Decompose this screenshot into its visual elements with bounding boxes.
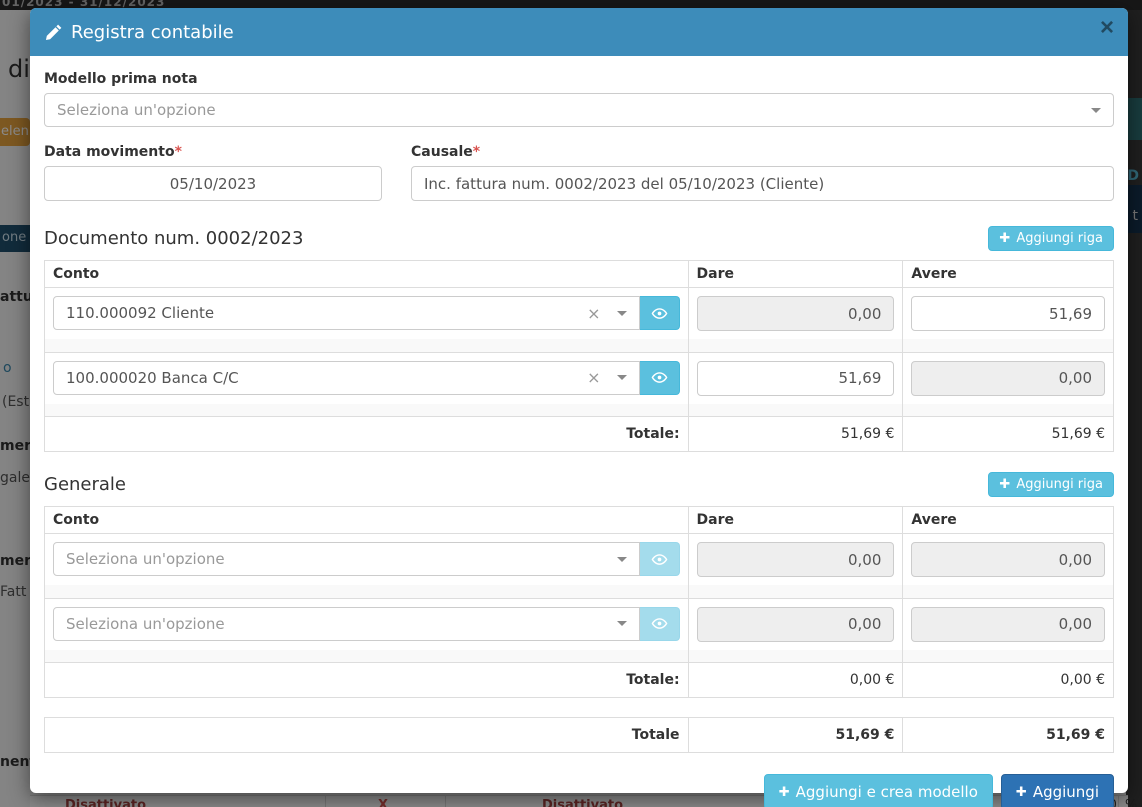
- add-button[interactable]: ✚Aggiungi: [1001, 774, 1114, 807]
- grand-total-avere: 51,69 €: [903, 718, 1114, 753]
- required-asterisk: *: [175, 144, 182, 160]
- plus-icon: ✚: [1016, 785, 1027, 800]
- registra-contabile-modal: Registra contabile × Modello prima nota …: [30, 8, 1128, 793]
- eye-icon: [651, 615, 668, 632]
- modal-footer: ✚Aggiungi e crea modello ✚Aggiungi: [44, 774, 1114, 807]
- total-dare: 0,00 €: [688, 663, 903, 698]
- total-label: Totale:: [45, 417, 689, 452]
- column-header-conto: Conto: [45, 261, 689, 288]
- required-asterisk: *: [473, 144, 480, 160]
- column-header-dare: Dare: [688, 261, 903, 288]
- column-header-avere: Avere: [903, 261, 1114, 288]
- total-dare: 51,69 €: [688, 417, 903, 452]
- documento-table: Conto Dare Avere 110.000092 Cliente ×: [44, 260, 1114, 452]
- chevron-down-icon: [617, 621, 627, 626]
- table-row: Seleziona un'opzione: [45, 534, 1114, 586]
- add-and-create-template-button[interactable]: ✚Aggiungi e crea modello: [764, 774, 993, 807]
- plus-icon: ✚: [779, 785, 790, 800]
- chevron-down-icon: [617, 375, 627, 380]
- total-avere: 51,69 €: [903, 417, 1114, 452]
- add-row-button-documento[interactable]: ✚Aggiungi riga: [988, 226, 1114, 251]
- row-spacer: [45, 404, 1114, 417]
- conto-select[interactable]: Seleziona un'opzione: [53, 542, 640, 576]
- eye-icon: [651, 551, 668, 568]
- clear-selection-icon[interactable]: ×: [587, 368, 600, 387]
- grand-total-dare: 51,69 €: [688, 718, 903, 753]
- causale-input[interactable]: [411, 166, 1114, 201]
- row-spacer: [45, 585, 1114, 598]
- modal-body: Modello prima nota Seleziona un'opzione …: [30, 56, 1128, 807]
- total-avere: 0,00 €: [903, 663, 1114, 698]
- select-placeholder: Seleziona un'opzione: [57, 101, 1091, 119]
- column-header-dare: Dare: [688, 507, 903, 534]
- chevron-down-icon: [1091, 108, 1101, 113]
- close-icon[interactable]: ×: [1100, 16, 1114, 40]
- modello-prima-nota-label: Modello prima nota: [44, 71, 1114, 87]
- avere-input: [911, 607, 1105, 642]
- modal-title: Registra contabile: [45, 22, 234, 43]
- row-spacer: [45, 650, 1114, 663]
- conto-select[interactable]: 110.000092 Cliente ×: [53, 296, 640, 330]
- data-movimento-label: Data movimento*: [44, 144, 382, 160]
- totals-row: Totale: 0,00 € 0,00 €: [45, 663, 1114, 698]
- view-account-button[interactable]: [640, 296, 680, 330]
- column-header-avere: Avere: [903, 507, 1114, 534]
- grand-total-table: Totale 51,69 € 51,69 €: [44, 717, 1114, 753]
- view-account-button[interactable]: [640, 361, 680, 395]
- view-account-button: [640, 542, 680, 576]
- total-label: Totale:: [45, 663, 689, 698]
- table-row: 100.000020 Banca C/C ×: [45, 352, 1114, 404]
- dare-input[interactable]: [697, 361, 895, 396]
- chevron-down-icon: [617, 557, 627, 562]
- chevron-down-icon: [617, 311, 627, 316]
- table-row: 110.000092 Cliente ×: [45, 288, 1114, 340]
- avere-input: [911, 361, 1105, 396]
- conto-select[interactable]: Seleziona un'opzione: [53, 607, 640, 641]
- avere-input: [911, 542, 1105, 577]
- data-movimento-input[interactable]: [44, 166, 382, 201]
- view-account-button: [640, 607, 680, 641]
- grand-total-row: Totale 51,69 € 51,69 €: [45, 718, 1114, 753]
- dare-input: [697, 542, 895, 577]
- grand-total-label: Totale: [45, 718, 689, 753]
- modello-prima-nota-select[interactable]: Seleziona un'opzione: [44, 93, 1114, 127]
- documento-section-title: Documento num. 0002/2023: [44, 228, 303, 249]
- plus-icon: ✚: [999, 231, 1010, 246]
- row-spacer: [45, 339, 1114, 352]
- eye-icon: [651, 305, 668, 322]
- dare-input: [697, 607, 895, 642]
- pencil-icon: [45, 24, 62, 41]
- totals-row: Totale: 51,69 € 51,69 €: [45, 417, 1114, 452]
- add-row-button-generale[interactable]: ✚Aggiungi riga: [988, 472, 1114, 497]
- avere-input[interactable]: [911, 296, 1105, 331]
- conto-select[interactable]: 100.000020 Banca C/C ×: [53, 361, 640, 395]
- column-header-conto: Conto: [45, 507, 689, 534]
- generale-section-title: Generale: [44, 474, 126, 495]
- plus-icon: ✚: [999, 477, 1010, 492]
- dare-input: [697, 296, 895, 331]
- causale-label: Causale*: [411, 144, 1114, 160]
- generale-table: Conto Dare Avere Seleziona un'opzione: [44, 506, 1114, 698]
- eye-icon: [651, 369, 668, 386]
- modal-header: Registra contabile ×: [30, 8, 1128, 56]
- table-row: Seleziona un'opzione: [45, 598, 1114, 650]
- clear-selection-icon[interactable]: ×: [587, 304, 600, 323]
